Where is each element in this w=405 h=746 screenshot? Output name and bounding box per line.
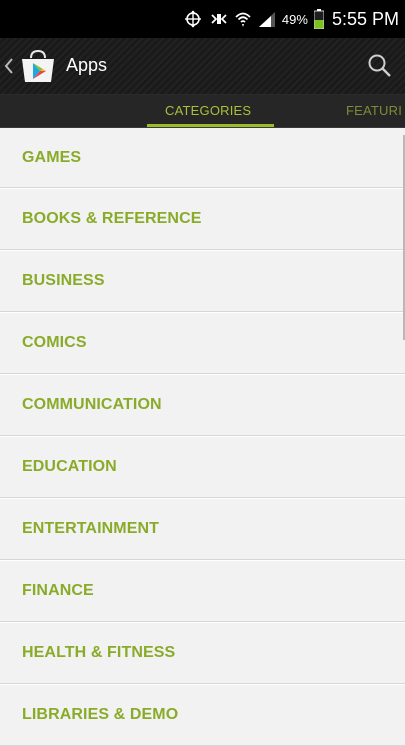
search-icon [368, 54, 391, 77]
action-bar: Apps [0, 38, 405, 95]
battery-icon [313, 9, 324, 29]
category-item-comics[interactable]: COMICS [0, 312, 405, 374]
category-item-finance[interactable]: FINANCE [0, 560, 405, 622]
category-label: COMMUNICATION [22, 395, 162, 413]
category-item-games[interactable]: GAMES [0, 128, 405, 188]
selected-tab-indicator [147, 124, 274, 127]
clock: 5:55 PM [331, 8, 399, 29]
page-title: Apps [66, 55, 108, 75]
signal-icon [258, 10, 276, 28]
status-bar: 49% 5:55 PM [0, 0, 405, 38]
play-store-icon[interactable] [18, 49, 58, 83]
category-label: HEALTH & FITNESS [22, 643, 176, 661]
nfc-icon [182, 10, 204, 28]
category-item-books-reference[interactable]: BOOKS & REFERENCE [0, 188, 405, 250]
status-icons: 49% 5:55 PM [182, 0, 405, 38]
category-item-health-fitness[interactable]: HEALTH & FITNESS [0, 622, 405, 684]
tab-featured[interactable]: FEATURI [346, 103, 402, 118]
category-label: FINANCE [22, 581, 94, 599]
category-label: ENTERTAINMENT [22, 519, 159, 537]
category-item-communication[interactable]: COMMUNICATION [0, 374, 405, 436]
battery-percent: 49% [281, 11, 308, 27]
category-label: COMICS [22, 333, 87, 351]
category-item-libraries-demo[interactable]: LIBRARIES & DEMO [0, 684, 405, 746]
vibrate-icon [210, 10, 228, 28]
category-label: BUSINESS [22, 271, 105, 289]
back-chevron-icon[interactable] [4, 58, 14, 74]
category-item-entertainment[interactable]: ENTERTAINMENT [0, 498, 405, 560]
category-list: GAMES BOOKS & REFERENCE BUSINESS COMICS … [0, 128, 405, 746]
category-label: GAMES [22, 148, 82, 166]
tab-categories[interactable]: CATEGORIES [165, 103, 251, 118]
category-item-business[interactable]: BUSINESS [0, 250, 405, 312]
wifi-icon [234, 10, 252, 28]
category-label: BOOKS & REFERENCE [22, 209, 202, 227]
category-label: EDUCATION [22, 457, 117, 475]
search-button[interactable] [365, 51, 395, 81]
category-item-education[interactable]: EDUCATION [0, 436, 405, 498]
